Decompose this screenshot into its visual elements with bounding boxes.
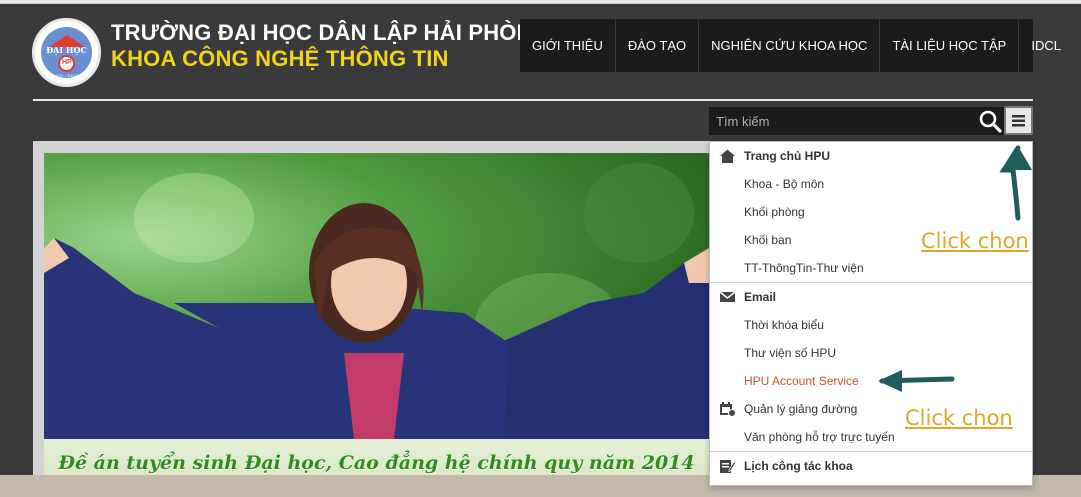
menu-item-thoi-khoa-bieu[interactable]: Thời khóa biểu [710, 311, 1032, 339]
banner-caption: Đề án tuyển sinh Đại học, Cao đẳng hệ ch… [58, 452, 695, 474]
search-button[interactable] [977, 107, 1004, 135]
menu-item-thu-vien-so-hpu[interactable]: Thư viện số HPU [710, 339, 1032, 367]
main-nav: GIỚI THIỆU ĐÀO TẠO NGHIÊN CỨU KHOA HỌC T… [520, 19, 1061, 72]
menu-item-label: HPU Account Service [744, 374, 859, 388]
mail-icon [719, 291, 736, 302]
logo-wordmark: ĐẠI HỌC [46, 45, 87, 55]
menu-item-khoi-phong[interactable]: Khối phòng [710, 198, 1032, 226]
menu-item-label: Email [744, 290, 777, 304]
menu-item-label: Thư viện số HPU [744, 346, 837, 360]
annotation-arrow-left-icon [878, 370, 955, 392]
logo-emblem: ĐẠI HỌC HP HỌC - THỰC [41, 27, 92, 78]
annotation-arrow-up-icon [999, 145, 1032, 221]
search-input[interactable] [709, 107, 977, 135]
menu-item-lich-cong-tac-khoa[interactable]: Lịch công tác khoa [710, 452, 1032, 480]
hamburger-icon [1012, 115, 1025, 127]
menu-item-tt-thongtin-thu-vien[interactable]: TT-ThôngTin-Thư viện [710, 254, 1032, 282]
menu-item-trang-chu-hpu[interactable]: Trang chủ HPU [710, 142, 1032, 170]
menu-item-label: TT-ThôngTin-Thư viện [744, 261, 864, 275]
menu-item-label: Quản lý giảng đường [744, 402, 858, 416]
nav-item-idcl[interactable]: IDCL [1019, 19, 1073, 72]
search-icon [979, 110, 1002, 133]
nav-item-gioi-thieu[interactable]: GIỚI THIỆU [520, 19, 616, 72]
window-top-edge [0, 0, 1081, 4]
annotation-click-chon-top: Click chon [921, 229, 1029, 253]
menu-item-khoa-bo-mon[interactable]: Khoa - Bộ môn [710, 170, 1032, 198]
nav-item-tai-lieu-hoc-tap[interactable]: TÀI LIỆU HỌC TẬP [880, 19, 1020, 72]
logo-motto: HỌC - THỰC [54, 73, 79, 78]
menu-item-hpu-account-service[interactable]: HPU Account Service [710, 367, 1032, 395]
logo-seal-icon: HP [58, 55, 75, 72]
annotation-click-chon-bottom: Click chon [905, 406, 1013, 430]
menu-item-label: Lịch công tác khoa [744, 459, 853, 473]
edit-icon [720, 460, 736, 473]
menu-item-label: Khoa - Bộ môn [744, 177, 825, 191]
menu-item-label: Khối ban [744, 233, 792, 247]
menu-item-label: Thời khóa biểu [744, 318, 824, 332]
school-name: TRƯỜNG ĐẠI HỌC DÂN LẬP HẢI PHÒNG [111, 20, 551, 45]
university-logo[interactable]: ĐẠI HỌC HP HỌC - THỰC [32, 18, 101, 87]
calendar-icon [720, 402, 736, 417]
home-icon [720, 149, 735, 163]
header-divider [33, 99, 1033, 101]
nav-item-nghien-cuu-khoa-hoc[interactable]: NGHIÊN CỨU KHOA HỌC [699, 19, 881, 72]
menu-toggle-button[interactable] [1004, 106, 1033, 135]
menu-item-label: Khối phòng [744, 205, 805, 219]
graduate-photo [44, 203, 709, 439]
faculty-name: KHOA CÔNG NGHỆ THÔNG TIN [111, 46, 449, 71]
menu-item-label: Trang chủ HPU [744, 149, 831, 163]
banner-image[interactable] [44, 153, 709, 439]
nav-item-dao-tao[interactable]: ĐÀO TẠO [616, 19, 700, 72]
dropdown-menu: Trang chủ HPU Khoa - Bộ môn Khối phòng K… [709, 141, 1033, 486]
menu-item-email[interactable]: Email [710, 283, 1032, 311]
menu-item-label: Văn phòng hỗ trợ trực tuyến [744, 430, 895, 444]
